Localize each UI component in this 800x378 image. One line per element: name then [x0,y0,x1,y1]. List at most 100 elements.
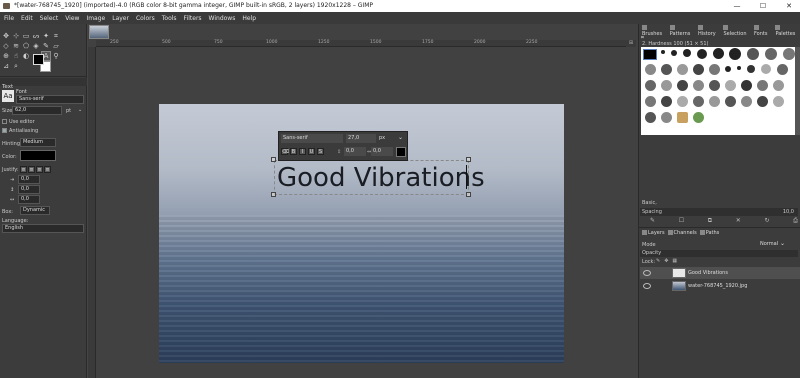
brush-item[interactable] [709,80,720,91]
zoom-tool-icon[interactable]: ⌕ [12,62,20,70]
brush-item[interactable] [677,112,688,123]
brush-item[interactable] [661,80,672,91]
brush-item[interactable] [693,112,704,123]
lock-alpha-icon[interactable]: ▦ [672,258,677,264]
brush-item[interactable] [709,96,720,107]
edit-brush-icon[interactable]: ✎ [650,217,655,225]
foreground-color-swatch[interactable] [33,54,44,65]
image-tab-thumbnail[interactable] [89,25,109,39]
clone-tool-icon[interactable]: ⊕ [2,52,10,60]
text-box-handle-top-left[interactable] [271,157,276,162]
mode-select[interactable]: Normal [760,241,778,247]
bucket-fill-tool-icon[interactable]: ◈ [32,42,40,50]
menu-filters[interactable]: Filters [183,15,203,22]
box-select[interactable]: Dynamic [20,206,50,215]
brush-item-selected[interactable] [643,49,657,60]
brush-item[interactable] [671,50,677,56]
text-box-handle-bottom-left[interactable] [271,192,276,197]
unified-transform-tool-icon[interactable]: ◇ [2,42,10,50]
menu-image[interactable]: Image [85,15,106,22]
maximize-button[interactable]: ☐ [752,0,774,12]
bold-icon[interactable]: B [290,148,297,155]
tab-brushes[interactable]: Brushes [642,25,667,37]
close-button[interactable]: ✕ [778,0,800,12]
warp-tool-icon[interactable]: ≋ [12,42,20,50]
measure-tool-icon[interactable]: ⊿ [2,62,10,70]
mode-chevron-icon[interactable]: ⌄ [780,240,785,247]
menu-edit[interactable]: Edit [20,15,34,22]
brush-grid[interactable] [641,47,800,135]
lock-pixels-icon[interactable]: ✎ [656,258,660,264]
menu-select[interactable]: Select [39,15,60,22]
rect-select-tool-icon[interactable]: ▭ [22,32,30,40]
strikethrough-icon[interactable]: S [317,148,324,155]
baseline-input[interactable]: 0,0 [344,147,366,156]
brush-item[interactable] [741,96,752,107]
align-tool-icon[interactable]: ⊹ [12,32,20,40]
style-editor-color-button[interactable] [396,147,406,157]
brush-item[interactable] [725,80,736,91]
brush-item[interactable] [777,64,788,75]
tab-fonts[interactable]: Fonts [753,25,772,37]
menu-tools[interactable]: Tools [161,15,178,22]
size-unit-select[interactable]: pt [66,108,71,114]
hinting-select[interactable]: Medium [20,138,56,147]
brush-item[interactable] [645,112,656,123]
brush-item[interactable] [677,96,688,107]
antialiasing-option[interactable]: Antialiasing [2,128,38,134]
justify-left-icon[interactable]: ≡ [20,166,27,173]
brush-item[interactable] [761,64,771,74]
minimize-button[interactable]: — [726,0,748,12]
letter-spacing-input[interactable]: 0,0 [18,195,40,204]
canvas-text-layer[interactable]: Good Vibrations [277,162,485,194]
justify-right-icon[interactable]: ≡ [28,166,35,173]
layer-row[interactable]: water-768745_1920.jpg [640,280,800,292]
brush-item[interactable] [729,48,741,60]
brush-item[interactable] [645,96,656,107]
brush-item[interactable] [683,49,691,57]
style-editor-unit-select[interactable]: px [379,135,385,141]
indent-input[interactable]: 0,0 [18,175,40,184]
justify-fill-icon[interactable]: ≡ [44,166,51,173]
tab-layers[interactable]: Layers [642,230,665,236]
kerning-input[interactable]: 0,0 [371,147,393,156]
style-editor-font-input[interactable]: Sans-serif [281,134,343,143]
clear-style-icon[interactable]: ⌫ [281,148,289,155]
brush-item[interactable] [757,80,768,91]
brush-item[interactable] [697,49,707,59]
tab-channels[interactable]: Channels [667,230,697,236]
brush-item[interactable] [645,80,656,91]
tab-patterns[interactable]: Patterns [669,25,695,37]
brush-item[interactable] [741,80,752,91]
brush-item[interactable] [725,66,731,72]
layer-visibility-eye-icon[interactable] [643,283,651,289]
spacing-slider[interactable]: Spacing 10,0 [640,208,798,216]
use-editor-option[interactable]: Use editor [2,119,35,125]
brush-item[interactable] [757,96,768,107]
brush-item[interactable] [677,64,688,75]
tab-paths[interactable]: Paths [699,230,719,236]
layer-row[interactable]: Good Vibrations [640,267,800,279]
text-color-button[interactable] [20,150,56,161]
font-input[interactable]: Sans-serif [16,95,84,104]
left-ruler[interactable] [88,47,96,378]
style-editor-size-input[interactable]: 27,0 [346,134,376,143]
brush-item[interactable] [713,48,724,59]
refresh-brushes-icon[interactable]: ↻ [764,217,769,225]
brush-item[interactable] [747,65,755,73]
dodge-tool-icon[interactable]: ◐ [22,52,30,60]
fuzzy-select-tool-icon[interactable]: ✦ [42,32,50,40]
paintbrush-tool-icon[interactable]: ✎ [42,42,50,50]
antialiasing-checkbox[interactable] [2,128,7,133]
brush-item[interactable] [645,64,656,75]
brush-grid-scrollbar[interactable] [795,47,800,135]
opacity-slider[interactable]: Opacity [640,250,798,257]
brush-item[interactable] [747,48,759,60]
underline-icon[interactable]: U [308,148,315,155]
brush-item[interactable] [661,64,672,75]
new-brush-icon[interactable]: ☐ [679,217,684,225]
brush-item[interactable] [737,66,741,70]
crop-tool-icon[interactable]: ⌗ [52,32,60,40]
eraser-tool-icon[interactable]: ▱ [52,42,60,50]
brush-item[interactable] [693,64,704,75]
